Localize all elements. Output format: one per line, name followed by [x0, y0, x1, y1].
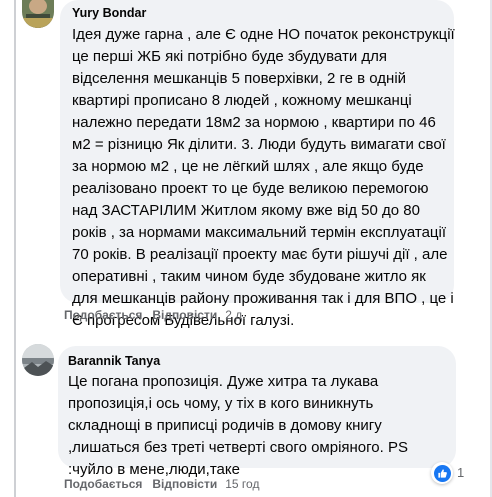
comment-line: м2 = різницю Як ділити. 3. Люди будуть в…: [72, 136, 446, 153]
like-link[interactable]: Подобається: [64, 477, 142, 491]
comment-line: пропозиція,і ось чому, у тіх в кого вини…: [68, 395, 374, 412]
comment-timestamp[interactable]: 2 д.: [225, 308, 245, 322]
comment-author[interactable]: Yury Bondar: [72, 5, 442, 21]
comment-timestamp[interactable]: 15 год: [225, 477, 259, 491]
comment-line: це перші ЖБ які потрібно буде збудувати …: [72, 48, 387, 65]
comment-line: років , за нормами максимальний термін е…: [72, 224, 447, 241]
like-link[interactable]: Подобається: [64, 308, 142, 322]
comment-author[interactable]: Barannik Tanya: [68, 353, 446, 369]
thread-line-left: [14, 0, 16, 497]
comment-line: Ідея дуже гарна , але Є одне НО початок …: [72, 26, 455, 43]
comment-line: квартирі прописано 8 людей , кожному меш…: [72, 92, 412, 109]
comment-bubble-1: Yury Bondar Ідея дуже гарна , але Є одне…: [60, 0, 455, 329]
comment-line: відселення мешканців 5 поверхівки, 2 ге …: [72, 70, 407, 87]
reply-link[interactable]: Відповісти: [152, 477, 217, 491]
comment-line: реалізовано проект то це буде великою пе…: [72, 180, 429, 197]
comment-line: належно передати 18м2 за нормою , кварти…: [72, 114, 436, 131]
comment-line: Це погана пропозиція. Дуже хитра та лука…: [68, 373, 379, 390]
reaction-count[interactable]: 1: [457, 465, 464, 481]
reaction-summary[interactable]: [431, 462, 453, 484]
like-thumb-icon: [433, 464, 451, 482]
comment-actions-2: Подобається Відповісти 15 год: [64, 476, 259, 492]
comment-line: складнощі в приписці родичів в домову кн…: [68, 417, 382, 434]
comment-line: за нормою м2 , це не лёгкий шлях , але я…: [72, 158, 424, 175]
comment-line: оперативні , таким чином буде збудоване …: [72, 268, 426, 285]
comment-line: ,лишаться без треті четверті свого омрія…: [68, 439, 408, 456]
comment-bubble-2: Barannik Tanya Це погана пропозиція. Дуж…: [58, 346, 456, 478]
reply-link[interactable]: Відповісти: [152, 308, 217, 322]
comment-text: Ідея дуже гарна , але Є одне НО початок …: [72, 24, 455, 332]
comment-line: над ЗАСТАРІЛИМ Житлом якому вже від 50 д…: [72, 202, 420, 219]
comment-text: Це погана пропозиція. Дуже хитра та лука…: [68, 371, 446, 481]
avatar-yury-bondar[interactable]: [22, 0, 54, 28]
avatar-barannik-tanya[interactable]: [22, 344, 54, 376]
comment-line: 70 років. В реалізації проекту має бути …: [72, 246, 448, 263]
comment-actions-1: Подобається Відповісти 2 д.: [64, 307, 246, 323]
